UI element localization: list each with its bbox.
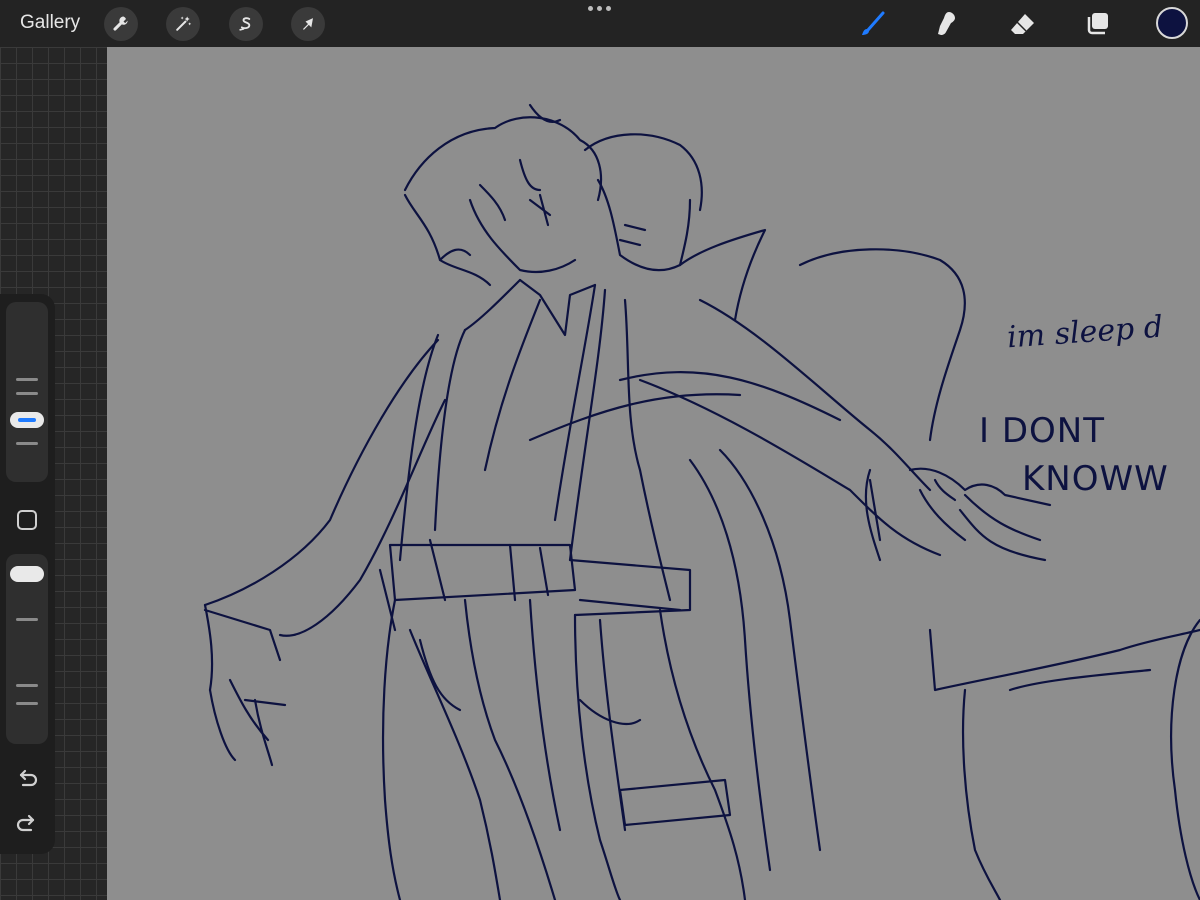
smudge-icon[interactable] — [931, 8, 963, 40]
note-knoww: KNOWW — [1022, 459, 1169, 499]
magic-wand-icon[interactable] — [166, 7, 200, 41]
wrench-icon[interactable] — [104, 7, 138, 41]
brush-size-thumb[interactable] — [10, 412, 44, 428]
layers-icon[interactable] — [1082, 8, 1114, 40]
eraser-icon[interactable] — [1007, 8, 1039, 40]
modify-button[interactable] — [17, 510, 37, 530]
arrow-cursor-icon[interactable] — [291, 7, 325, 41]
left-background-grid — [0, 47, 107, 900]
top-toolbar: Gallery — [0, 0, 1200, 47]
more-options-dots-icon[interactable] — [588, 6, 611, 11]
color-picker-swatch[interactable] — [1156, 7, 1188, 39]
undo-icon[interactable] — [14, 766, 40, 792]
brush-icon[interactable] — [857, 8, 889, 40]
left-sidebar — [0, 294, 55, 854]
opacity-slider[interactable] — [6, 554, 48, 744]
drawing-canvas[interactable]: im sleep d I DONT KNOWW — [107, 47, 1200, 900]
opacity-thumb[interactable] — [10, 566, 44, 582]
brush-size-slider[interactable] — [6, 302, 48, 482]
gallery-button[interactable]: Gallery — [20, 12, 80, 34]
redo-icon[interactable] — [14, 811, 40, 837]
note-i-dont: I DONT — [979, 411, 1105, 451]
selection-s-icon[interactable] — [229, 7, 263, 41]
